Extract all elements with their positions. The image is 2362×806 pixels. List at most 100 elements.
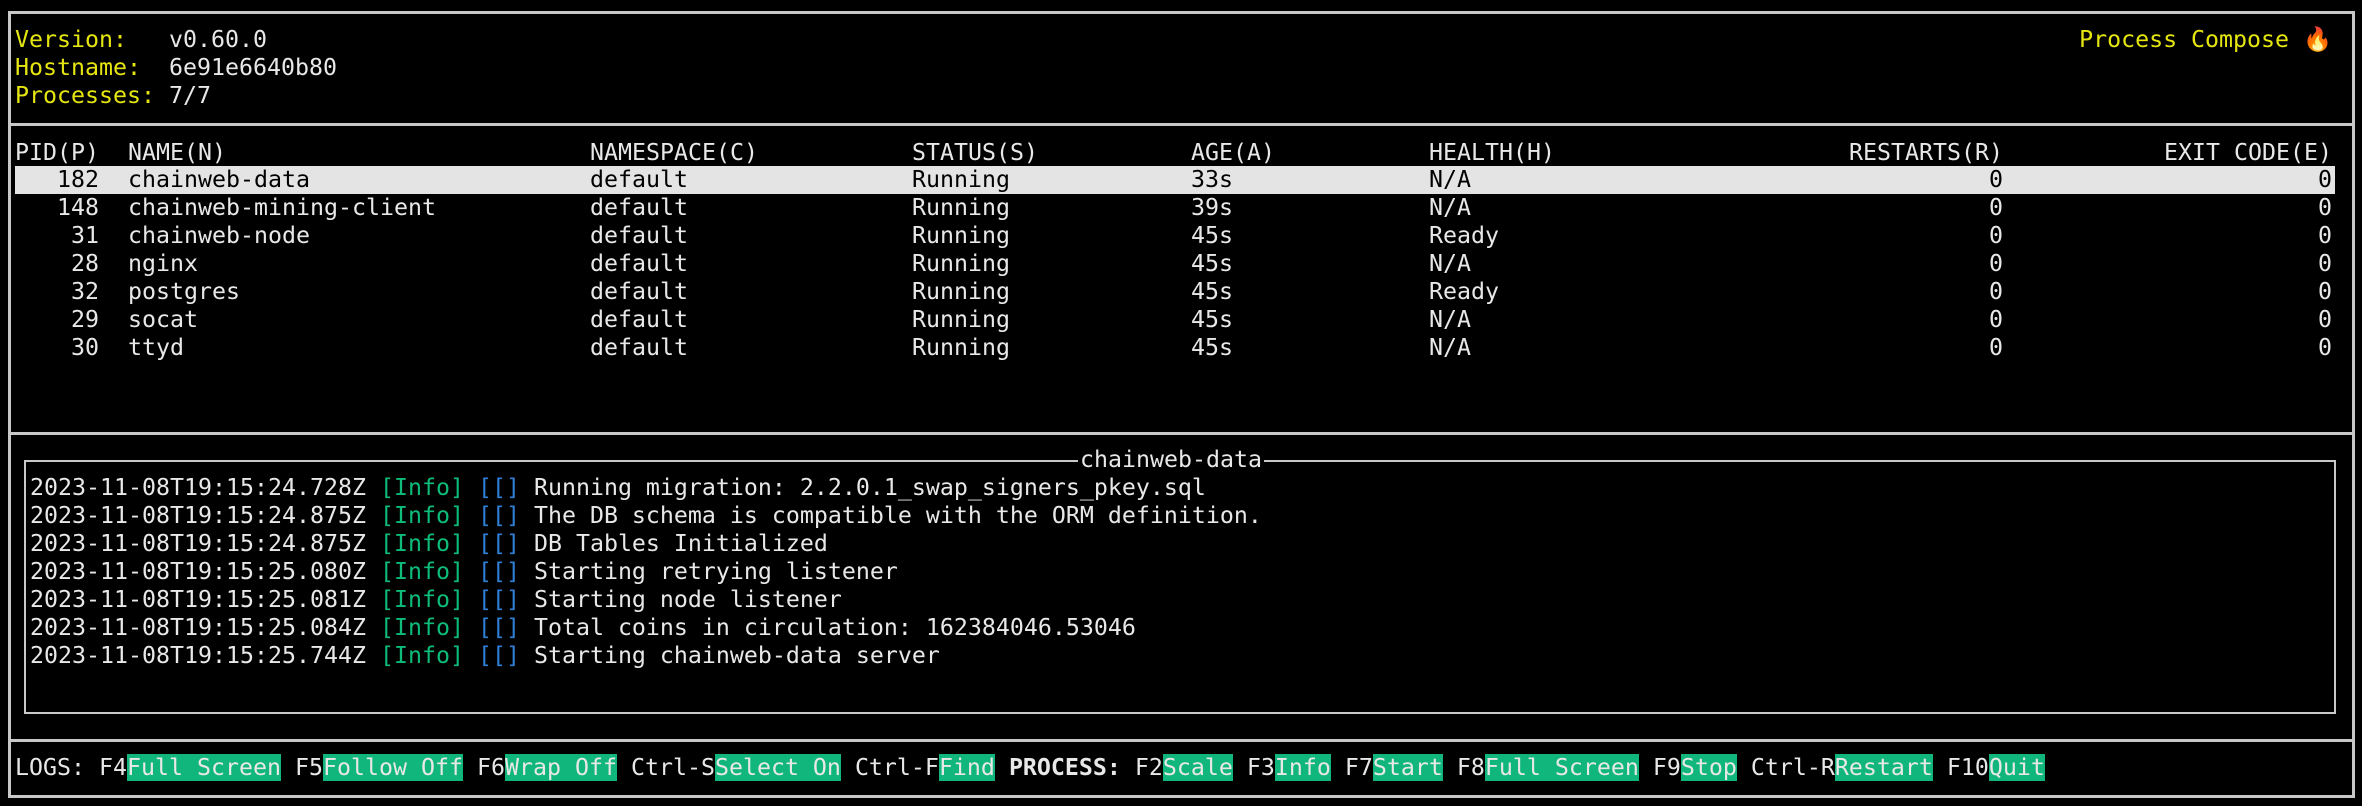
log-message: Starting node listener xyxy=(533,586,842,613)
table-row[interactable]: 29 socat default Running 45s N/A 0 0 xyxy=(15,306,2335,334)
cell-exit-code: 0 xyxy=(2318,194,2332,221)
log-message: Running migration: 2.2.0.1_swap_signers_… xyxy=(533,474,1206,501)
cell-status: Running xyxy=(912,278,1010,305)
column-header-pid[interactable]: PID(P) xyxy=(15,139,99,167)
shortcut-scale[interactable]: F2Scale xyxy=(1135,754,1233,781)
shortcut-label: Full Screen xyxy=(127,754,281,781)
log-message: Starting chainweb-data server xyxy=(533,642,940,669)
cell-restarts: 0 xyxy=(1989,194,2003,221)
shortcut-restart[interactable]: Ctrl-RRestart xyxy=(1751,754,1933,781)
shortcut-find[interactable]: Ctrl-FFind xyxy=(855,754,995,781)
cell-age: 45s xyxy=(1191,222,1233,249)
log-timestamp: 2023-11-08T19:15:25.081Z xyxy=(30,586,366,613)
log-timestamp: 2023-11-08T19:15:25.080Z xyxy=(30,558,366,585)
header-divider xyxy=(8,123,2355,126)
log-timestamp: 2023-11-08T19:15:24.875Z xyxy=(30,502,366,529)
shortcut-label: Find xyxy=(938,754,995,781)
cell-restarts: 0 xyxy=(1989,166,2003,193)
shortcut-label: Stop xyxy=(1680,754,1737,781)
cell-namespace: default xyxy=(590,222,688,249)
cell-pid: 28 xyxy=(71,250,99,277)
cell-age: 45s xyxy=(1191,278,1233,305)
shortcut-label: Follow Off xyxy=(322,754,463,781)
shortcut-label: Quit xyxy=(1988,754,2045,781)
shortcut-label: Start xyxy=(1372,754,1443,781)
table-row[interactable]: 182 chainweb-data default Running 33s N/A 0 0 xyxy=(15,166,2335,194)
log-level: [Info] xyxy=(379,502,464,529)
shortcut-key: F4 xyxy=(99,754,127,781)
cell-restarts: 0 xyxy=(1989,222,2003,249)
cell-exit-code: 0 xyxy=(2318,278,2332,305)
log-line: 2023-11-08T19:15:25.081Z [Info] [[] Star… xyxy=(30,586,842,614)
cell-name: ttyd xyxy=(128,334,184,361)
fire-icon: 🔥 xyxy=(2303,26,2332,53)
cell-exit-code: 0 xyxy=(2318,250,2332,277)
log-level: [Info] xyxy=(379,530,464,557)
column-header-name[interactable]: NAME(N) xyxy=(128,139,226,167)
hostname-label: Hostname: xyxy=(15,54,141,81)
cell-pid: 29 xyxy=(71,306,99,333)
cell-health: N/A xyxy=(1429,166,1471,193)
shortcut-key: Ctrl-S xyxy=(630,754,715,781)
cell-namespace: default xyxy=(590,278,688,305)
column-header-status[interactable]: STATUS(S) xyxy=(912,139,1038,167)
shortcut-stop[interactable]: F9Stop xyxy=(1653,754,1737,781)
shortcut-quit[interactable]: F10Quit xyxy=(1947,754,2045,781)
shortcut-full-screen[interactable]: F4Full Screen xyxy=(99,754,281,781)
shortcut-start[interactable]: F7Start xyxy=(1345,754,1443,781)
version-label: Version: xyxy=(15,26,127,53)
log-message: Total coins in circulation: 162384046.53… xyxy=(533,614,1136,641)
cell-pid: 32 xyxy=(71,278,99,305)
cell-name: chainweb-data xyxy=(128,166,310,193)
shortcut-bar: LOGS: F4Full Screen F5Follow Off F6Wrap … xyxy=(15,754,2045,782)
column-header-age[interactable]: AGE(A) xyxy=(1191,139,1275,167)
cell-age: 39s xyxy=(1191,194,1233,221)
shortcut-key: F2 xyxy=(1134,754,1163,781)
log-level: [Info] xyxy=(379,614,464,641)
shortcut-key: F6 xyxy=(476,754,505,781)
log-level: [Info] xyxy=(379,642,464,669)
cell-pid: 31 xyxy=(71,222,99,249)
app-title: Process Compose xyxy=(2079,26,2290,53)
table-row[interactable]: 148 chainweb-mining-client default Running 3… xyxy=(15,194,2335,222)
cell-status: Running xyxy=(912,306,1010,333)
table-row[interactable]: 32 postgres default Running 45s Ready 0 0 xyxy=(15,278,2335,306)
log-message: Starting retrying listener xyxy=(533,558,898,585)
column-header-restarts[interactable]: RESTARTS(R) xyxy=(1849,139,2003,167)
cell-restarts: 0 xyxy=(1989,306,2003,333)
table-row[interactable]: 30 ttyd default Running 45s N/A 0 0 xyxy=(15,334,2335,362)
cell-age: 33s xyxy=(1191,166,1233,193)
log-timestamp: 2023-11-08T19:15:24.875Z xyxy=(30,530,366,557)
shortcut-key: F9 xyxy=(1652,754,1681,781)
shortcut-label: Full Screen xyxy=(1484,754,1639,781)
log-line: 2023-11-08T19:15:24.728Z [Info] [[] Runn… xyxy=(30,474,1206,502)
log-line: 2023-11-08T19:15:24.875Z [Info] [[] DB T… xyxy=(30,530,828,558)
cell-name: chainweb-mining-client xyxy=(128,194,436,221)
log-panel-title: chainweb-data xyxy=(1078,446,1264,474)
hostname-value: 6e91e6640b80 xyxy=(168,54,337,81)
column-header-namespace[interactable]: NAMESPACE(C) xyxy=(590,139,758,167)
cell-age: 45s xyxy=(1191,334,1233,361)
shortcut-select-on[interactable]: Ctrl-SSelect On xyxy=(631,754,841,781)
table-row[interactable]: 28 nginx default Running 45s N/A 0 0 xyxy=(15,250,2335,278)
log-context: [[] xyxy=(477,502,520,529)
cell-namespace: default xyxy=(590,194,688,221)
table-row[interactable]: 31 chainweb-node default Running 45s Ready 0 0 xyxy=(15,222,2335,250)
cell-exit-code: 0 xyxy=(2318,166,2332,193)
cell-health: N/A xyxy=(1429,250,1471,277)
log-line: 2023-11-08T19:15:24.875Z [Info] [[] The … xyxy=(30,502,1262,530)
log-context: [[] xyxy=(477,474,520,501)
cell-status: Running xyxy=(912,222,1010,249)
shortcut-info[interactable]: F3Info xyxy=(1247,754,1331,781)
processes-value: 7/7 xyxy=(168,82,211,109)
shortcut-full-screen[interactable]: F8Full Screen xyxy=(1457,754,1639,781)
cell-status: Running xyxy=(912,194,1010,221)
shortcut-wrap-off[interactable]: F6Wrap Off xyxy=(477,754,617,781)
shortcut-follow-off[interactable]: F5Follow Off xyxy=(295,754,463,781)
shortcut-key: F10 xyxy=(1946,754,1989,781)
logs-section-label: LOGS: xyxy=(15,754,85,781)
log-level: [Info] xyxy=(379,474,464,501)
column-header-exit-code[interactable]: EXIT CODE(E) xyxy=(2164,139,2332,167)
log-level: [Info] xyxy=(379,586,464,613)
column-header-health[interactable]: HEALTH(H) xyxy=(1429,139,1555,167)
